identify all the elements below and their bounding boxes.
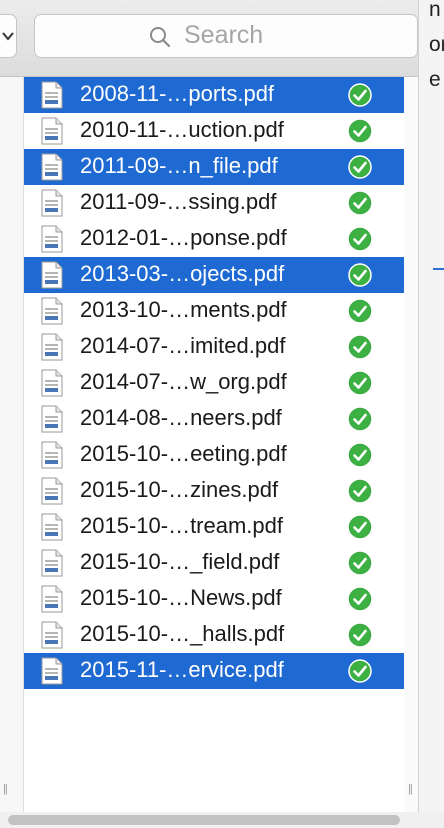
horizontal-scroll-thumb[interactable] <box>8 815 400 825</box>
file-row[interactable]: 2015-10-…zines.pdf <box>24 473 404 509</box>
file-name: 2011-09-…ssing.pdf <box>80 189 277 214</box>
pdf-document-icon <box>41 405 63 433</box>
checkmark-circle-icon <box>348 227 372 251</box>
checkmark-circle-icon <box>348 155 372 179</box>
pdf-document-icon <box>41 117 63 145</box>
pdf-document-icon <box>41 477 63 505</box>
file-name: 2012-01-…ponse.pdf <box>80 225 287 250</box>
vertical-scroll-track[interactable] <box>404 77 418 817</box>
file-name: 2015-10-…eeting.pdf <box>80 441 287 466</box>
checkmark-circle-icon <box>348 299 372 323</box>
checkmark-circle-icon <box>348 191 372 215</box>
checkmark-circle-icon <box>348 335 372 359</box>
file-row[interactable]: 2014-07-…w_org.pdf <box>24 365 404 401</box>
checkmark-circle-icon <box>348 587 372 611</box>
file-row[interactable]: 2015-10-…_halls.pdf <box>24 617 404 653</box>
pdf-document-icon <box>41 369 63 397</box>
file-row[interactable]: 2014-08-…neers.pdf <box>24 401 404 437</box>
file-name: 2014-07-…w_org.pdf <box>80 369 287 394</box>
pdf-document-icon <box>41 297 63 325</box>
pdf-document-icon <box>41 153 63 181</box>
column-resize-grip-icon[interactable]: || <box>3 783 8 795</box>
checkmark-circle-icon <box>348 443 372 467</box>
file-name: 2011-09-…n_file.pdf <box>80 153 278 178</box>
file-row[interactable]: 2015-11-…ervice.pdf <box>24 653 404 689</box>
file-name: 2015-10-…News.pdf <box>80 585 282 610</box>
file-name: 2013-03-…ojects.pdf <box>80 261 285 286</box>
pdf-document-icon <box>41 333 63 361</box>
file-row[interactable]: 2015-10-…News.pdf <box>24 581 404 617</box>
file-row[interactable]: 2015-10-…tream.pdf <box>24 509 404 545</box>
file-name: 2014-07-…imited.pdf <box>80 333 286 358</box>
checkmark-circle-icon <box>348 371 372 395</box>
pdf-document-icon <box>41 657 63 685</box>
file-row[interactable]: 2012-01-…ponse.pdf <box>24 221 404 257</box>
pdf-document-icon <box>41 585 63 613</box>
pdf-document-icon <box>41 225 63 253</box>
pdf-document-icon <box>41 261 63 289</box>
checkmark-circle-icon <box>348 623 372 647</box>
file-list: 2008-11-…ports.pdf 2010-11-…uction.pdf 201… <box>24 77 404 689</box>
file-row[interactable]: 2015-10-…_field.pdf <box>24 545 404 581</box>
file-name: 2015-11-…ervice.pdf <box>80 657 284 682</box>
file-name: 2010-11-…uction.pdf <box>80 117 284 142</box>
pane-text-fragment: n <box>429 0 441 21</box>
pane-text-fragment: or <box>429 33 444 56</box>
file-name: 2015-10-…zines.pdf <box>80 477 279 502</box>
chevron-down-icon <box>2 32 14 41</box>
file-name: 2013-10-…ments.pdf <box>80 297 287 322</box>
checkmark-circle-icon <box>348 407 372 431</box>
file-row[interactable]: 2014-07-…imited.pdf <box>24 329 404 365</box>
file-name: 2015-10-…_field.pdf <box>80 549 280 574</box>
file-row[interactable]: 2010-11-…uction.pdf <box>24 113 404 149</box>
pdf-document-icon <box>41 189 63 217</box>
pane-accent-line <box>433 268 444 270</box>
file-name: 2015-10-…tream.pdf <box>80 513 283 538</box>
view-options-button[interactable] <box>0 14 17 58</box>
toolbar: Search <box>0 0 444 77</box>
checkmark-circle-icon <box>348 263 372 287</box>
file-name: 2015-10-…_halls.pdf <box>80 621 285 646</box>
checkmark-circle-icon <box>348 479 372 503</box>
file-row[interactable]: 2013-10-…ments.pdf <box>24 293 404 329</box>
pdf-document-icon <box>41 549 63 577</box>
checkmark-circle-icon <box>348 83 372 107</box>
column-resize-grip-icon[interactable]: || <box>408 783 413 795</box>
pdf-document-icon <box>41 513 63 541</box>
file-row[interactable]: 2011-09-…n_file.pdf <box>24 149 404 185</box>
pdf-document-icon <box>41 621 63 649</box>
file-name: 2008-11-…ports.pdf <box>80 81 275 106</box>
file-name: 2014-08-…neers.pdf <box>80 405 282 430</box>
pdf-document-icon <box>41 81 63 109</box>
search-icon <box>150 27 171 48</box>
file-row[interactable]: 2011-09-…ssing.pdf <box>24 185 404 221</box>
adjacent-pane: n or e <box>418 0 444 828</box>
checkmark-circle-icon <box>348 119 372 143</box>
pdf-document-icon <box>41 441 63 469</box>
checkmark-circle-icon <box>348 515 372 539</box>
file-row[interactable]: 2008-11-…ports.pdf <box>24 77 404 113</box>
left-column <box>0 77 24 817</box>
checkmark-circle-icon <box>348 659 372 683</box>
file-row[interactable]: 2013-03-…ojects.pdf <box>24 257 404 293</box>
pane-text-fragment: e <box>429 68 441 91</box>
search-placeholder: Search <box>184 21 264 49</box>
file-row[interactable]: 2015-10-…eeting.pdf <box>24 437 404 473</box>
checkmark-circle-icon <box>348 551 372 575</box>
search-field[interactable]: Search <box>34 14 418 58</box>
